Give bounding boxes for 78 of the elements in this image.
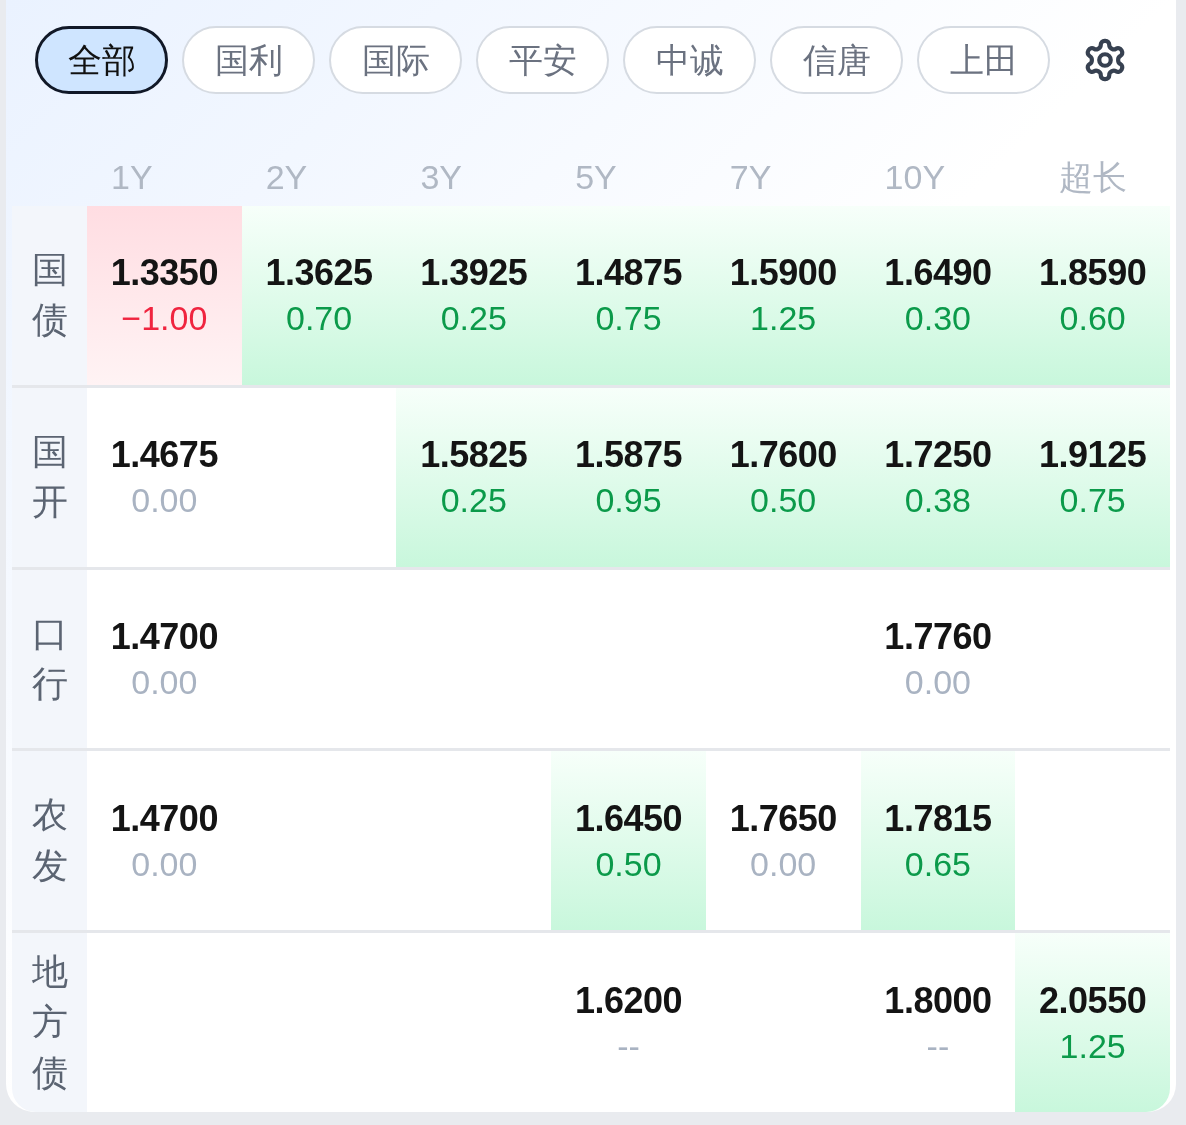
row-label: 口行 <box>31 611 68 706</box>
rate-value: 1.6490 <box>884 255 992 292</box>
rate-value: 1.4875 <box>574 255 683 292</box>
rate-cell[interactable]: 1.7600 0.50 <box>705 387 861 567</box>
rate-value: 1.7250 <box>884 437 992 474</box>
column-header: 7Y <box>728 160 773 194</box>
rate-value: 1.7600 <box>729 437 837 474</box>
rate-value: 1.8000 <box>884 982 992 1019</box>
rate-value: 1.5900 <box>729 255 837 292</box>
filter-chip[interactable]: 全部 <box>35 26 168 94</box>
rate-value: 1.4700 <box>110 800 218 837</box>
rate-change: 0.00 <box>904 665 971 699</box>
rate-change: 0.00 <box>750 846 817 881</box>
filter-chip[interactable]: 国利 <box>182 26 315 94</box>
rate-value: 1.6200 <box>574 982 683 1019</box>
row-label: 农发 <box>31 793 68 888</box>
filter-chip[interactable]: 中诚 <box>623 26 756 94</box>
filter-chip[interactable]: 上田 <box>917 26 1050 94</box>
rate-cell[interactable]: 1.3625 0.70 <box>241 206 397 385</box>
rate-change: 0.00 <box>131 483 198 518</box>
column-header: 2Y <box>264 160 309 194</box>
rate-value: 1.4675 <box>110 437 218 474</box>
column-header: 3Y <box>419 160 463 194</box>
row-label: 国开 <box>31 429 68 525</box>
rate-cell[interactable]: 1.8590 0.60 <box>1015 206 1170 385</box>
filter-chip[interactable]: 信唐 <box>770 26 903 94</box>
rate-change: 0.70 <box>285 301 353 336</box>
rate-change: -- <box>926 1028 950 1063</box>
rate-value: 1.8590 <box>1039 255 1147 292</box>
rate-value: 1.3625 <box>265 255 373 292</box>
row-label: 国债 <box>31 248 68 343</box>
rate-cell[interactable]: 1.5825 0.25 <box>396 387 552 567</box>
row-label: 地方债 <box>31 950 68 1095</box>
rate-value: 1.7815 <box>884 800 992 837</box>
rate-change: 1.25 <box>750 301 817 336</box>
rate-change: 0.95 <box>595 483 662 518</box>
rate-change: 0.60 <box>1059 301 1126 336</box>
rate-cell[interactable]: 1.5875 0.95 <box>551 387 706 567</box>
rate-value: 1.3925 <box>420 255 528 292</box>
rate-value: 1.5825 <box>420 437 528 474</box>
rate-cell[interactable]: 1.3350 −1.00 <box>87 206 242 385</box>
rate-change: 0.38 <box>904 483 971 518</box>
rate-value: 1.3350 <box>110 255 218 292</box>
rate-cell[interactable]: 1.9125 0.75 <box>1015 387 1170 567</box>
rate-change: 0.50 <box>750 483 817 518</box>
rate-change: 0.75 <box>1059 483 1126 518</box>
rate-change: 0.25 <box>440 301 507 336</box>
rate-cell[interactable]: 1.7250 0.38 <box>860 387 1016 567</box>
rate-cell[interactable]: 1.7815 0.65 <box>860 751 1016 931</box>
rate-change: -- <box>617 1028 640 1063</box>
rate-change: 0.00 <box>131 665 198 699</box>
rate-value: 1.6450 <box>574 800 683 837</box>
rate-value: 1.9125 <box>1039 437 1147 474</box>
column-header: 10Y <box>883 160 947 194</box>
rate-change: 0.50 <box>595 846 662 881</box>
rate-value: 1.5875 <box>574 437 683 474</box>
rate-value: 1.4700 <box>110 619 218 655</box>
rate-change: −1.00 <box>121 301 208 336</box>
column-header: 5Y <box>574 160 618 194</box>
rate-change: 0.25 <box>440 483 507 518</box>
rate-cell[interactable]: 1.6490 0.30 <box>860 206 1016 385</box>
rate-value: 1.7760 <box>884 619 992 655</box>
rate-change: 0.65 <box>904 846 971 881</box>
filter-chip[interactable]: 平安 <box>476 26 609 94</box>
rate-cell[interactable]: 1.3925 0.25 <box>396 206 552 385</box>
rate-cell[interactable]: 1.5900 1.25 <box>705 206 861 385</box>
rate-cell[interactable]: 1.4875 0.75 <box>551 206 706 385</box>
column-header: 1Y <box>110 160 154 194</box>
rate-value: 1.7650 <box>729 800 837 837</box>
rate-change: 0.30 <box>904 301 971 336</box>
rate-change: 1.25 <box>1059 1028 1126 1063</box>
rate-change: 0.00 <box>131 846 198 881</box>
filter-chip[interactable]: 国际 <box>329 26 462 94</box>
rate-value: 2.0550 <box>1039 982 1147 1019</box>
rate-change: 0.75 <box>595 301 662 336</box>
column-header: 超长 <box>1057 160 1128 194</box>
rate-cell[interactable]: 1.6450 0.50 <box>551 751 706 931</box>
rate-cell[interactable]: 2.0550 1.25 <box>1015 933 1170 1112</box>
